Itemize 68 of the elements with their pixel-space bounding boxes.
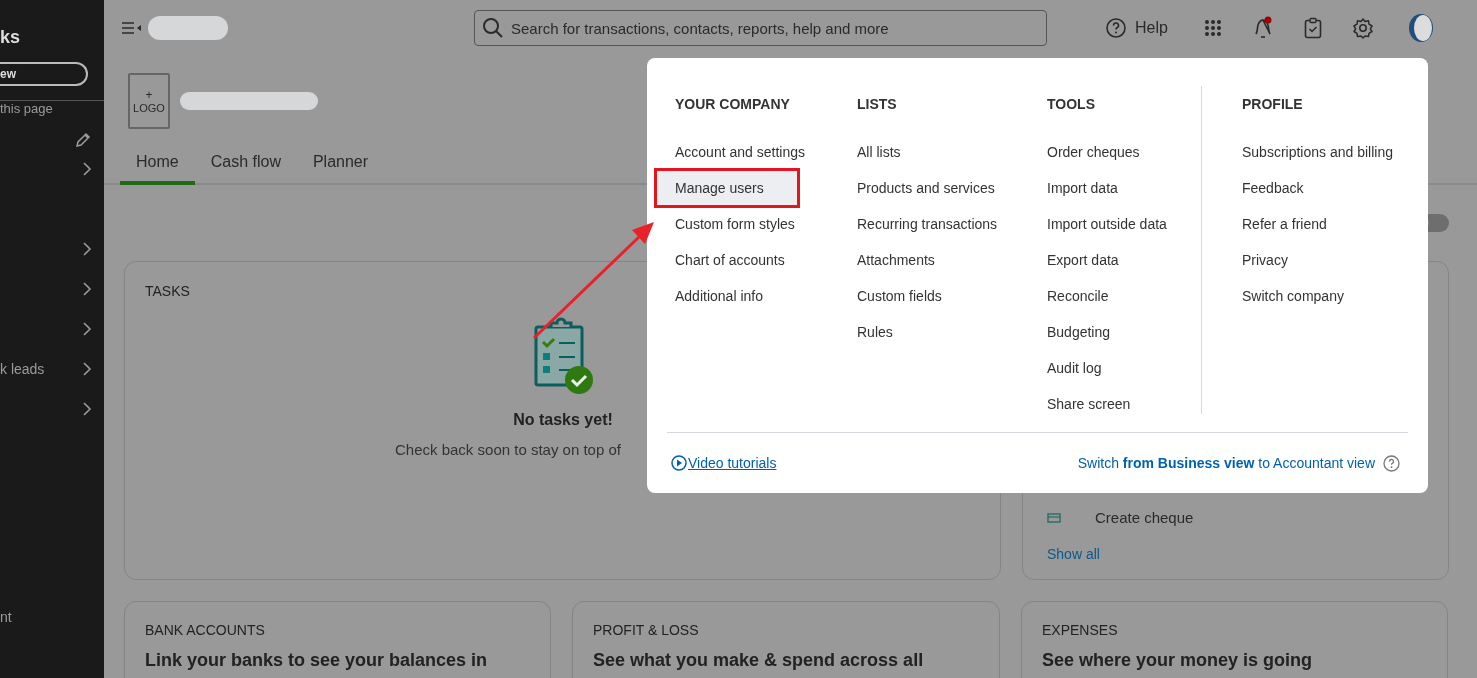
switch-view-link[interactable]: Switch from Business view to Accountant view [1077,455,1375,472]
chevron-right-icon[interactable] [82,321,92,337]
tab[interactable]: Cash flow [194,149,297,185]
menu-item[interactable]: Manage users [656,170,798,206]
empty-state-text: Check back soon to stay on top of [395,441,621,458]
pencil-icon[interactable] [74,131,92,149]
menu-item[interactable]: Subscriptions and billing [1242,134,1393,170]
nav-item[interactable]: k leads [0,361,45,377]
card-title: EXPENSES [1042,622,1118,638]
menu-item[interactable]: Import outside data [1047,206,1167,242]
nav-item[interactable]: nt [0,609,104,625]
menu-item[interactable]: Export data [1047,242,1119,278]
new-button[interactable]: ew [0,62,88,86]
tab[interactable]: Home [120,149,195,185]
menu-item[interactable]: Products and services [857,170,995,206]
menu-item[interactable]: Import data [1047,170,1118,206]
card-headline: Link your banks to see your balances in [145,650,489,671]
avatar-icon[interactable] [1407,13,1434,43]
help-icon [1105,17,1127,39]
empty-state-title: No tasks yet! [513,411,613,429]
menu-icon[interactable] [122,21,142,35]
shortcut-link[interactable]: Create cheque [1095,509,1194,526]
menu-item[interactable]: Custom form styles [675,206,795,242]
menu-item[interactable]: Audit log [1047,350,1102,386]
menu-heading: PROFILE [1242,96,1304,114]
card-title: BANK ACCOUNTS [145,622,265,638]
app-title: ks [0,27,22,48]
menu-heading: LISTS [857,96,898,114]
chevron-right-icon[interactable] [82,401,92,417]
menu-heading: YOUR COMPANY [675,96,791,114]
logo-upload-button[interactable]: + LOGO [128,73,170,129]
menu-item[interactable]: Chart of accounts [675,242,785,278]
search-field[interactable]: Search for transactions, contacts, reports, help and more [474,10,1047,46]
menu-item[interactable]: Account and settings [675,134,805,170]
menu-item[interactable]: Refer a friend [1242,206,1327,242]
menu-item[interactable]: Order cheques [1047,134,1140,170]
chevron-right-icon[interactable] [82,161,92,177]
menu-item[interactable]: Share screen [1047,386,1131,422]
settings-icon[interactable] [1351,17,1374,39]
clipboard-icon[interactable] [1303,17,1322,39]
menu-item[interactable]: Switch company [1242,278,1344,314]
cheque-icon [1047,512,1061,523]
chevron-right-icon[interactable] [82,281,92,297]
card-headline: See what you make & spend across all [593,650,925,671]
menu-item[interactable]: Reconcile [1047,278,1109,314]
help-icon[interactable] [1383,454,1400,472]
card-headline: See where your money is going [1042,650,1314,671]
menu-item[interactable]: Privacy [1242,242,1288,278]
play-icon [671,455,687,472]
menu-heading: TOOLS [1047,96,1096,114]
tab[interactable]: Planner [296,149,385,185]
menu-item[interactable]: Attachments [857,242,935,278]
apps-grid-icon[interactable] [1203,19,1222,37]
search-icon [482,17,504,39]
video-tutorials-link[interactable]: Video tutorials [671,455,777,472]
menu-item[interactable]: Recurring transactions [857,206,998,242]
menu-item[interactable]: Rules [857,314,893,350]
card-title: TASKS [145,283,190,299]
bookmark-link[interactable]: this page [0,101,104,117]
card-title: PROFIT & LOSS [593,622,699,638]
menu-item[interactable]: Feedback [1242,170,1304,206]
chevron-right-icon[interactable] [82,241,92,257]
help-button[interactable]: Help [1105,17,1168,39]
menu-item[interactable]: Custom fields [857,278,942,314]
menu-item[interactable]: All lists [857,134,901,170]
menu-item[interactable]: Additional info [675,278,763,314]
chevron-right-icon[interactable] [82,361,92,377]
menu-item[interactable]: Budgeting [1047,314,1111,350]
